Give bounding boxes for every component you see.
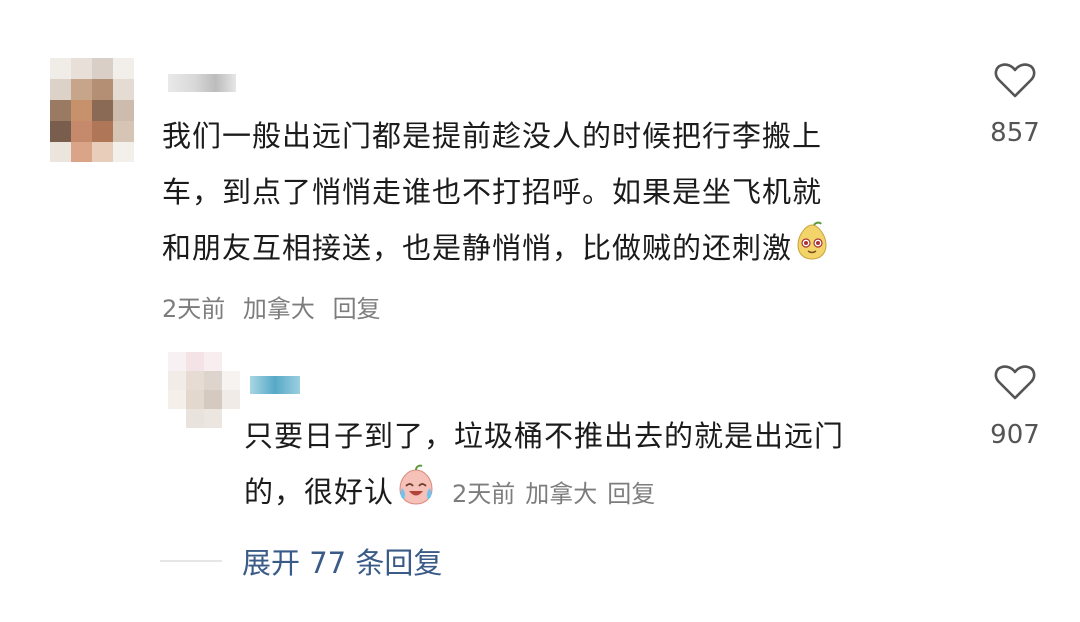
avatar[interactable] [50,58,134,162]
divider [160,560,222,562]
reply-time: 2天前 [452,480,516,508]
reply-avatar[interactable] [168,352,240,428]
comment-line-text: 和朋友互相接送，也是静悄悄，比做贼的还刺激 [162,231,793,265]
reply-body: 只要日子到了，垃圾桶不推出去的就是出远门 的，很好认 2天前 加拿大 回复 [244,408,844,524]
expand-replies-button[interactable]: 展开 77 条回复 [242,540,442,582]
reply-like-button[interactable] [975,362,1055,406]
username-blurred[interactable] [168,74,236,92]
reply-line: 只要日子到了，垃圾桶不推出去的就是出远门 [244,419,845,453]
pear-face-emoji-icon [792,221,832,279]
comment-body: 我们一般出远门都是提前趁没人的时候把行李搬上 车，到点了悄悄走谁也不打招呼。如果… [162,108,832,279]
reply-like-count: 907 [990,420,1040,450]
reply-reply-button[interactable]: 回复 [607,480,655,508]
heart-icon [994,63,1036,98]
crying-laugh-emoji-icon [394,464,438,524]
comment-time: 2天前 [162,295,226,323]
comment-line: 和朋友互相接送，也是静悄悄，比做贼的还刺激 [162,220,832,279]
comment-location: 加拿大 [242,295,315,323]
reply-button[interactable]: 回复 [333,295,381,323]
comment-line: 我们一般出远门都是提前趁没人的时候把行李搬上 [162,119,823,153]
reply-location: 加拿大 [525,480,598,508]
comment-meta: 2天前 加拿大 回复 [162,289,391,324]
reply-meta: 2天前 加拿大 回复 [452,480,665,508]
reply-username-blurred[interactable] [250,376,300,394]
reply-line-text: 的，很好认 [244,475,395,509]
comment-line: 车，到点了悄悄走谁也不打招呼。如果是坐飞机就 [162,175,823,209]
like-count: 857 [990,118,1040,148]
heart-icon [994,365,1036,400]
like-button[interactable] [975,60,1055,104]
reply-line: 的，很好认 2天前 加拿大 回复 [244,464,844,524]
